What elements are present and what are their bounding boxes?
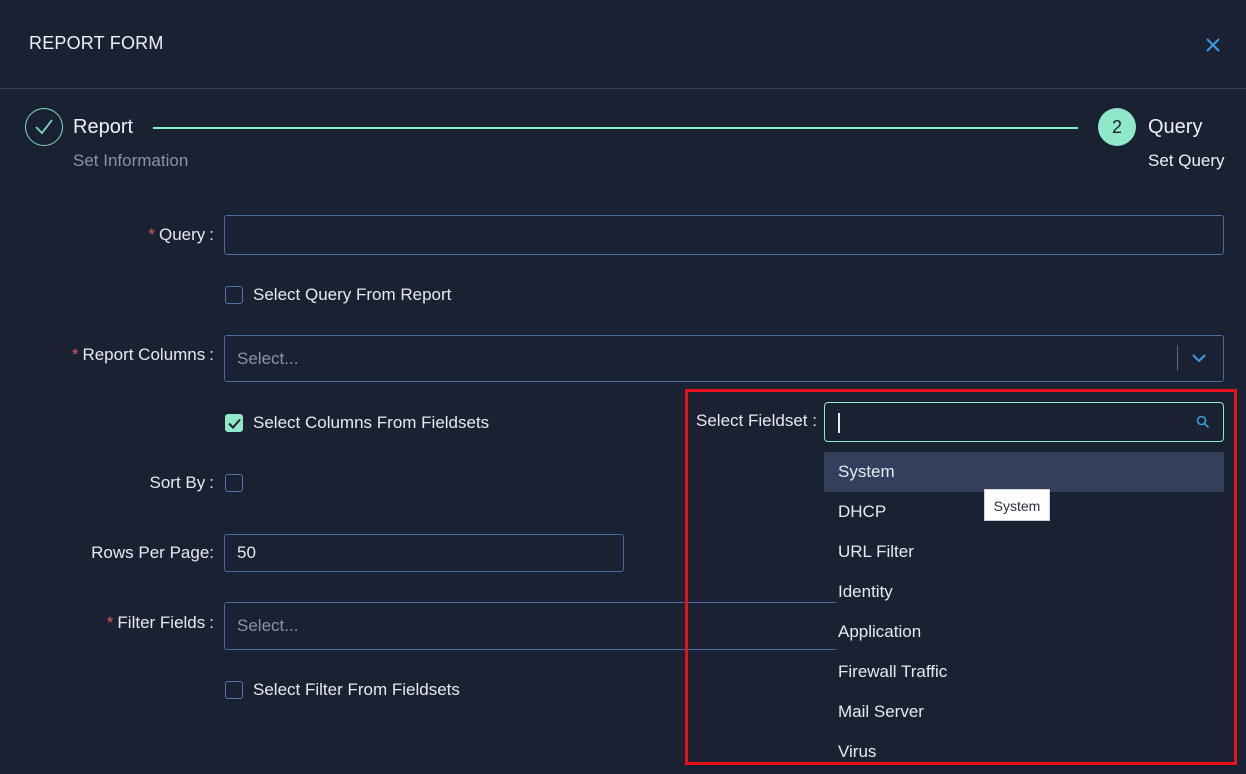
step-report-done-circle [25, 108, 63, 146]
step-report-label: Report [73, 116, 134, 138]
select-filter-checkbox[interactable] [225, 681, 243, 699]
filter-fields-select[interactable]: Select... [224, 602, 836, 650]
fieldset-search-input[interactable] [824, 402, 1224, 442]
select-query-checkbox-label[interactable]: Select Query From Report [253, 285, 451, 305]
rows-per-page-input[interactable]: 50 [224, 534, 624, 572]
report-columns-placeholder: Select... [237, 348, 299, 368]
search-icon[interactable] [1196, 415, 1210, 434]
fieldset-option-application[interactable]: Application [824, 612, 1224, 652]
report-columns-label: * Report Columns: [71, 345, 214, 364]
required-marker: * [106, 613, 114, 632]
select-filter-checkbox-label[interactable]: Select Filter From Fieldsets [253, 680, 460, 700]
fieldset-option-mail-server[interactable]: Mail Server [824, 692, 1224, 732]
sort-by-checkbox[interactable] [225, 474, 243, 492]
rows-per-page-label: Rows Per Page: [91, 543, 214, 562]
modal-title: REPORT FORM [29, 33, 164, 53]
select-query-checkbox[interactable] [225, 286, 243, 304]
text-caret [838, 413, 840, 433]
query-input[interactable] [224, 215, 1224, 255]
step-query-subtitle: Set Query [1148, 151, 1225, 170]
select-fieldset-label: Select Fieldset : [696, 411, 817, 430]
filter-fields-label: * Filter Fields: [106, 613, 214, 632]
required-marker: * [71, 345, 79, 364]
option-tooltip: System [984, 489, 1050, 521]
report-columns-select[interactable]: Select... [224, 335, 1224, 382]
sort-by-label: Sort By: [149, 473, 214, 492]
step-query-circle: 2 [1098, 108, 1136, 146]
filter-fields-placeholder: Select... [237, 616, 299, 635]
fieldset-option-virus[interactable]: Virus [824, 732, 1224, 772]
modal-header: REPORT FORM [0, 0, 1246, 89]
fieldset-option-system[interactable]: System [824, 452, 1224, 492]
stepper-connector [153, 127, 1078, 129]
select-columns-checkbox[interactable] [225, 414, 243, 432]
fieldset-option-firewall-traffic[interactable]: Firewall Traffic [824, 652, 1224, 692]
chevron-down-icon[interactable] [1191, 351, 1207, 369]
close-icon[interactable] [1203, 35, 1223, 55]
select-columns-checkbox-label[interactable]: Select Columns From Fieldsets [253, 413, 489, 433]
required-marker: * [148, 225, 155, 244]
select-divider [1177, 345, 1178, 371]
query-label: * Query: [148, 225, 214, 244]
step-report-subtitle: Set Information [73, 151, 189, 170]
check-icon [35, 119, 53, 135]
fieldset-option-identity[interactable]: Identity [824, 572, 1224, 612]
fieldset-option-url-filter[interactable]: URL Filter [824, 532, 1224, 572]
check-icon [228, 418, 241, 429]
step-query-label: Query [1148, 116, 1203, 138]
